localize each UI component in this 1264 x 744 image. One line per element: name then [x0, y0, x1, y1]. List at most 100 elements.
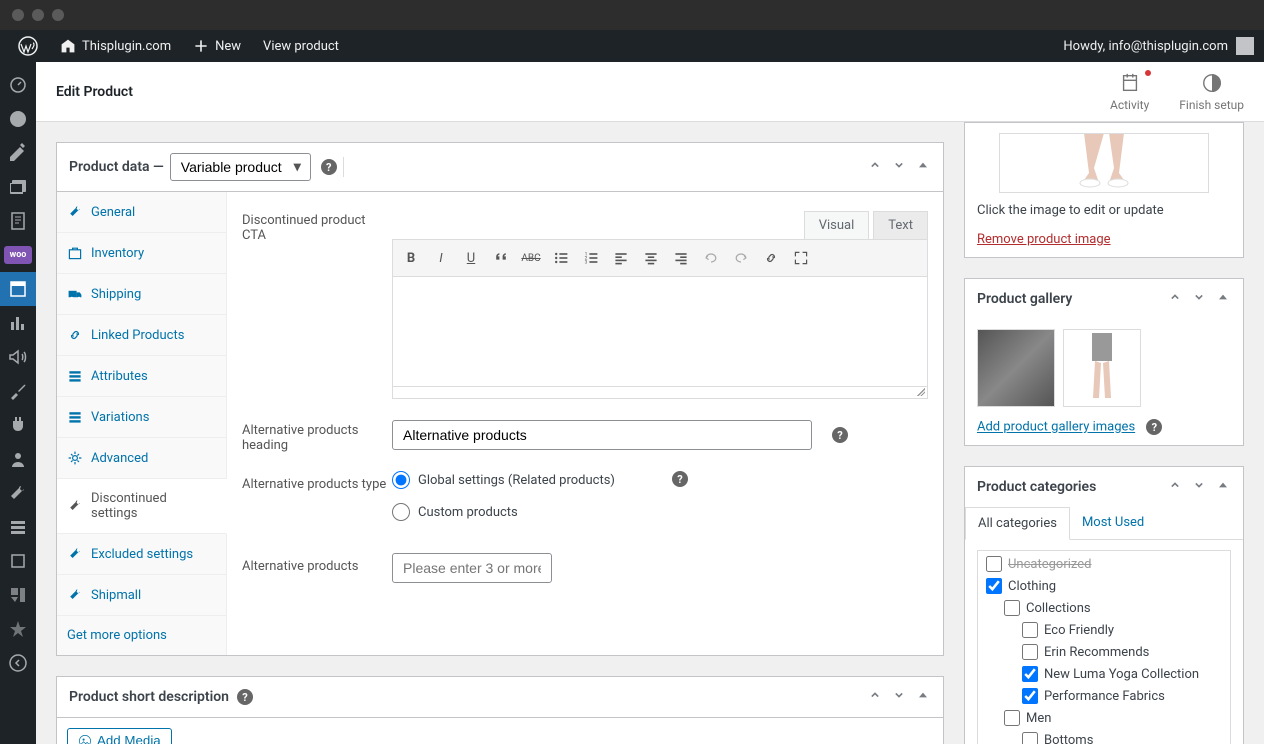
site-link[interactable]: Thisplugin.com — [52, 30, 179, 62]
menu-users-icon[interactable] — [0, 442, 36, 476]
menu-products-icon[interactable] — [0, 272, 36, 306]
tab-general[interactable]: General — [57, 192, 226, 233]
tab-shipping[interactable]: Shipping — [57, 274, 226, 315]
tab-most-used[interactable]: Most Used — [1070, 507, 1156, 539]
help-icon[interactable]: ? — [321, 159, 337, 175]
tab-linked[interactable]: Linked Products — [57, 315, 226, 356]
gallery-thumb[interactable] — [1063, 329, 1141, 407]
tab-getmore[interactable]: Get more options — [57, 616, 226, 655]
gallery-thumb[interactable] — [977, 329, 1055, 407]
resize-handle[interactable] — [392, 387, 928, 399]
chevron-up-icon[interactable] — [867, 687, 883, 707]
radio-global[interactable] — [392, 471, 410, 489]
chevron-up-icon[interactable] — [1167, 289, 1183, 309]
cat-checkbox[interactable] — [1004, 600, 1020, 616]
add-media-button[interactable]: Add Media — [67, 728, 172, 744]
triangle-up-icon[interactable] — [915, 157, 931, 177]
menu-item-icon[interactable] — [0, 544, 36, 578]
menu-woo-icon[interactable]: woo — [4, 246, 32, 264]
tab-discontinued[interactable]: Discontinued settings — [57, 479, 227, 534]
menu-appearance-icon[interactable] — [0, 374, 36, 408]
strike-icon[interactable]: ABC — [517, 244, 545, 272]
finish-setup-button[interactable]: Finish setup — [1179, 72, 1244, 112]
menu-item-icon[interactable] — [0, 612, 36, 646]
cat-checkbox[interactable] — [986, 578, 1002, 594]
undo-icon[interactable] — [697, 244, 725, 272]
menu-dashboard-icon[interactable] — [0, 68, 36, 102]
underline-icon[interactable]: U — [457, 244, 485, 272]
menu-jetpack-icon[interactable] — [0, 102, 36, 136]
menu-settings-icon[interactable] — [0, 510, 36, 544]
menu-tools-icon[interactable] — [0, 476, 36, 510]
alt-products-input[interactable] — [392, 553, 552, 583]
menu-media-icon[interactable] — [0, 170, 36, 204]
alt-heading-input[interactable] — [392, 420, 812, 450]
menu-collapse-icon[interactable] — [0, 646, 36, 680]
menu-posts-icon[interactable] — [0, 136, 36, 170]
view-product-link[interactable]: View product — [255, 30, 347, 62]
activity-button[interactable]: Activity — [1110, 72, 1149, 112]
triangle-up-icon[interactable] — [1215, 289, 1231, 309]
mac-min-dot[interactable] — [32, 9, 44, 21]
tab-variations[interactable]: Variations — [57, 397, 226, 438]
menu-pages-icon[interactable] — [0, 204, 36, 238]
bold-icon[interactable]: B — [397, 244, 425, 272]
cat-checkbox[interactable] — [986, 556, 1002, 572]
cat-checkbox[interactable] — [1004, 710, 1020, 726]
help-icon[interactable]: ? — [1146, 419, 1162, 435]
product-type-select[interactable]: Variable product — [170, 153, 311, 181]
text-tab[interactable]: Text — [873, 211, 928, 239]
tab-inventory[interactable]: Inventory — [57, 233, 226, 274]
chevron-down-icon[interactable] — [1191, 477, 1207, 497]
ol-icon[interactable]: 123 — [577, 244, 605, 272]
greeting[interactable]: Howdy, info@thisplugin.com — [1063, 39, 1228, 54]
editor-textarea[interactable] — [392, 277, 928, 387]
cat-checkbox[interactable] — [1022, 666, 1038, 682]
mac-close-dot[interactable] — [12, 9, 24, 21]
visual-tab[interactable]: Visual — [804, 211, 870, 239]
help-icon[interactable]: ? — [832, 427, 848, 443]
help-icon[interactable]: ? — [237, 689, 253, 705]
menu-marketing-icon[interactable] — [0, 340, 36, 374]
link-icon[interactable] — [757, 244, 785, 272]
add-gallery-link[interactable]: Add product gallery images — [977, 420, 1135, 435]
cat-checkbox[interactable] — [1022, 732, 1038, 744]
help-icon[interactable]: ? — [672, 471, 688, 487]
tab-all-categories[interactable]: All categories — [965, 507, 1070, 540]
cat-checkbox[interactable] — [1022, 688, 1038, 704]
triangle-up-icon[interactable] — [1215, 477, 1231, 497]
menu-item-icon[interactable] — [0, 578, 36, 612]
tab-shipmall[interactable]: Shipmall — [57, 575, 226, 616]
svg-text:3: 3 — [585, 260, 588, 266]
align-right-icon[interactable] — [667, 244, 695, 272]
tab-attributes[interactable]: Attributes — [57, 356, 226, 397]
radio-custom[interactable] — [392, 503, 410, 521]
chevron-down-icon[interactable] — [891, 687, 907, 707]
italic-icon[interactable]: I — [427, 244, 455, 272]
wp-logo-icon[interactable] — [10, 30, 46, 62]
triangle-up-icon[interactable] — [915, 687, 931, 707]
chevron-up-icon[interactable] — [1167, 477, 1183, 497]
tab-advanced[interactable]: Advanced — [57, 438, 226, 479]
tab-excluded[interactable]: Excluded settings — [57, 534, 226, 575]
fullscreen-icon[interactable] — [787, 244, 815, 272]
cat-checkbox[interactable] — [1022, 644, 1038, 660]
align-left-icon[interactable] — [607, 244, 635, 272]
chevron-down-icon[interactable] — [891, 157, 907, 177]
align-center-icon[interactable] — [637, 244, 665, 272]
remove-image-link[interactable]: Remove product image — [977, 232, 1111, 247]
notification-dot-icon — [1145, 70, 1151, 76]
quote-icon[interactable] — [487, 244, 515, 272]
menu-plugins-icon[interactable] — [0, 408, 36, 442]
redo-icon[interactable] — [727, 244, 755, 272]
chevron-up-icon[interactable] — [867, 157, 883, 177]
mac-max-dot[interactable] — [52, 9, 64, 21]
ul-icon[interactable] — [547, 244, 575, 272]
admin-sidebar: woo — [0, 62, 36, 744]
chevron-down-icon[interactable] — [1191, 289, 1207, 309]
product-image-preview[interactable] — [999, 133, 1209, 193]
menu-analytics-icon[interactable] — [0, 306, 36, 340]
avatar-icon[interactable] — [1236, 37, 1254, 55]
new-link[interactable]: New — [185, 30, 249, 62]
cat-checkbox[interactable] — [1022, 622, 1038, 638]
